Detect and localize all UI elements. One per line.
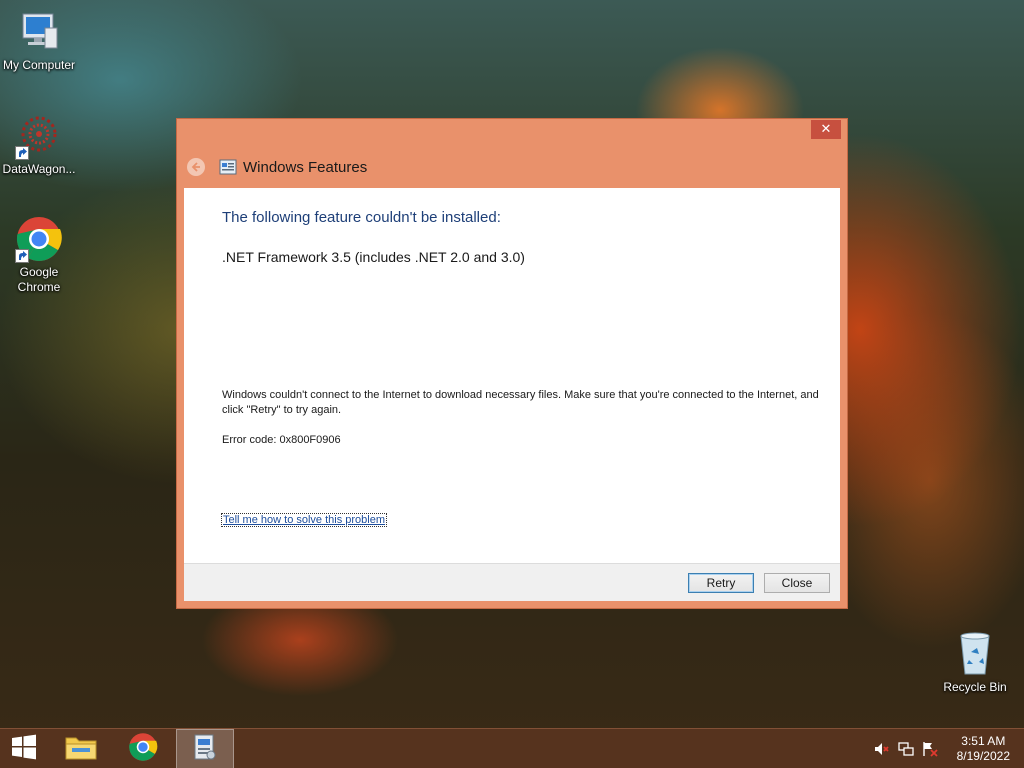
- desktop: My Computer DataWagon... Google Chrome R…: [0, 0, 1024, 768]
- title-bar: Windows Features: [187, 155, 367, 179]
- windows-start-icon: [11, 734, 37, 764]
- my-computer-icon: [15, 8, 63, 56]
- clock-date: 8/19/2022: [956, 749, 1010, 763]
- clock-time: 3:51 AM: [961, 734, 1006, 748]
- system-clock[interactable]: 3:51 AM 8/19/2022: [957, 734, 1010, 764]
- back-arrow-icon[interactable]: [187, 158, 205, 176]
- dialog-content: The following feature couldn't be instal…: [184, 188, 840, 563]
- desktop-icon-label: My Computer: [2, 58, 76, 72]
- dialog-footer: Retry Close: [184, 563, 840, 601]
- shortcut-arrow-icon: [15, 146, 29, 160]
- retry-button[interactable]: Retry: [688, 573, 754, 593]
- file-explorer-icon: [64, 732, 98, 766]
- desktop-icon-my-computer[interactable]: My Computer: [0, 8, 79, 73]
- taskbar: 3:51 AM 8/19/2022: [0, 728, 1024, 768]
- chrome-icon: [15, 215, 63, 263]
- taskbar-chrome[interactable]: [118, 729, 168, 768]
- error-heading: The following feature couldn't be instal…: [222, 209, 501, 226]
- feature-name: .NET Framework 3.5 (includes .NET 2.0 an…: [222, 249, 525, 265]
- chrome-icon: [128, 732, 158, 766]
- error-code: Error code: 0x800F0906: [222, 434, 341, 446]
- taskbar-windows-features[interactable]: [176, 729, 234, 768]
- action-center-flag-icon[interactable]: [922, 741, 938, 757]
- taskbar-file-explorer[interactable]: [56, 729, 106, 768]
- desktop-icon-recycle-bin[interactable]: Recycle Bin: [935, 630, 1015, 695]
- window-title: Windows Features: [243, 158, 368, 176]
- volume-muted-icon[interactable]: [874, 741, 890, 757]
- recycle-bin-icon: [951, 630, 999, 678]
- error-message: Windows couldn't connect to the Internet…: [222, 389, 819, 416]
- desktop-icon-label: DataWagon...: [2, 162, 76, 176]
- desktop-icon-google-chrome[interactable]: Google Chrome: [0, 215, 79, 295]
- datawagon-icon: [15, 112, 63, 160]
- windows-features-icon: [219, 158, 237, 176]
- close-window-button[interactable]: ✕: [811, 120, 841, 139]
- close-button[interactable]: Close: [764, 573, 830, 593]
- desktop-icon-datawagon[interactable]: DataWagon...: [0, 112, 79, 177]
- shortcut-arrow-icon: [15, 249, 29, 263]
- windows-features-dialog: ✕ Windows Features The following feature…: [176, 118, 848, 609]
- desktop-icon-label: Google Chrome: [17, 265, 61, 294]
- start-button[interactable]: [0, 729, 48, 768]
- help-link[interactable]: Tell me how to solve this problem: [220, 513, 388, 527]
- desktop-icon-label: Recycle Bin: [943, 680, 1007, 694]
- windows-features-icon: [192, 733, 218, 765]
- network-icon[interactable]: [898, 741, 914, 757]
